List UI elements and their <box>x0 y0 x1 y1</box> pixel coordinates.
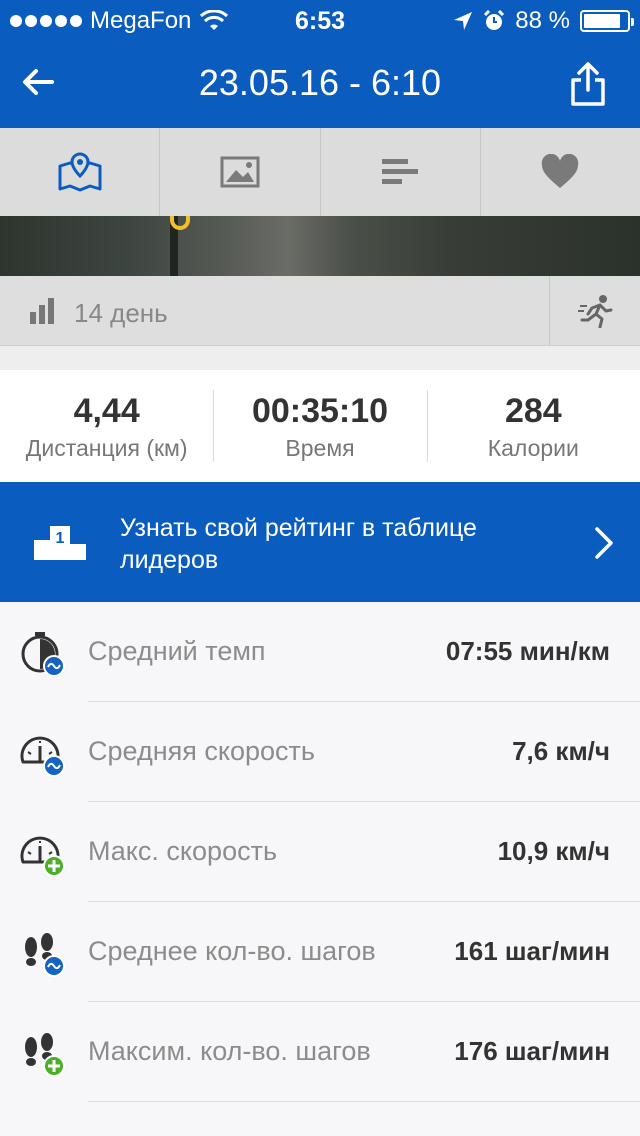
bar-chart-icon <box>382 159 419 184</box>
tab-map[interactable] <box>0 128 161 216</box>
divider <box>88 1101 640 1102</box>
metric-row-average-cadence: Среднее кол-во. шагов 161 шаг/мин <box>0 902 640 1002</box>
speedometer-max-icon <box>20 836 65 877</box>
battery-fill <box>584 14 621 28</box>
leaderboard-banner[interactable]: 1 Узнать свой рейтинг в таблице лидеров <box>0 482 640 602</box>
location-arrow-icon <box>454 12 473 30</box>
metric-row-average-speed: Средняя скорость 7,6 км/ч <box>0 702 640 802</box>
tab-stats[interactable] <box>321 128 481 216</box>
metrics-list: Средний темп 07:55 мин/км Средняя скорос… <box>0 602 640 1136</box>
metric-value: 7,6 км/ч <box>512 736 610 766</box>
status-bar: MegaFon 6:53 88 % <box>0 0 640 40</box>
stat-calories: 284 Калории <box>426 370 640 482</box>
stat-value: 284 <box>504 392 562 430</box>
tab-bar <box>0 128 640 216</box>
stat-duration: 00:35:10 Время <box>213 370 426 482</box>
chevron-right-icon <box>595 527 613 559</box>
divider <box>549 276 550 346</box>
metric-name: Средний темп <box>88 636 266 666</box>
metric-name: Среднее кол-во. шагов <box>88 936 376 966</box>
tab-health[interactable] <box>481 128 640 216</box>
metric-name: Средняя скорость <box>88 736 315 766</box>
metric-value: 10,9 км/ч <box>497 836 610 866</box>
stopwatch-average-icon <box>21 632 65 677</box>
share-icon[interactable] <box>568 60 608 108</box>
metric-value: 07:55 мин/км <box>445 636 610 666</box>
stat-caption: Калории <box>487 435 579 461</box>
stat-value: 4,44 <box>73 392 140 430</box>
metric-name: Максим. кол-во. шагов <box>88 1036 371 1066</box>
graph-period-label: 14 день <box>74 298 168 328</box>
section-gap <box>0 346 640 370</box>
app-header: 23.05.16 - 6:10 <box>0 40 640 128</box>
metric-row-average-pace: Средний темп 07:55 мин/км <box>0 602 640 702</box>
metric-name: Макс. скорость <box>88 836 278 866</box>
tab-photos[interactable] <box>160 128 321 216</box>
podium-icon: 1 <box>34 526 86 560</box>
stat-value: 00:35:10 <box>251 392 389 430</box>
metric-row-max-cadence: Максим. кол-во. шагов 176 шаг/мин <box>0 1002 640 1102</box>
route-map[interactable] <box>0 216 640 276</box>
runner-icon[interactable] <box>578 294 614 328</box>
metric-value: 176 шаг/мин <box>454 1036 610 1066</box>
leaderboard-text: Узнать свой рейтинг в таблице лидеров <box>120 514 477 574</box>
alarm-icon <box>484 10 505 30</box>
metric-value: 161 шаг/мин <box>454 936 610 966</box>
page-title: 23.05.16 - 6:10 <box>198 62 442 103</box>
metric-row-max-speed: Макс. скорость 10,9 км/ч <box>0 802 640 902</box>
footsteps-max-icon <box>25 1033 65 1077</box>
stat-caption: Время <box>285 435 355 461</box>
stat-caption: Дистанция (км) <box>25 435 188 461</box>
map-icon <box>58 152 102 192</box>
route-marker <box>170 216 190 230</box>
speedometer-average-icon <box>20 736 65 777</box>
summary-stats: 4,44 Дистанция (км) 00:35:10 Время 284 К… <box>0 370 640 482</box>
heart-icon <box>542 154 579 188</box>
stat-distance: 4,44 Дистанция (км) <box>0 370 213 482</box>
battery-percent: 88 % <box>515 7 570 34</box>
bar-graph-icon <box>30 298 54 324</box>
graph-row[interactable]: 14 день <box>0 276 640 346</box>
battery-icon <box>580 10 634 32</box>
footsteps-average-icon <box>25 933 65 977</box>
image-icon <box>220 156 260 188</box>
podium-number: 1 <box>56 530 65 547</box>
status-right: 88 % <box>453 7 634 35</box>
